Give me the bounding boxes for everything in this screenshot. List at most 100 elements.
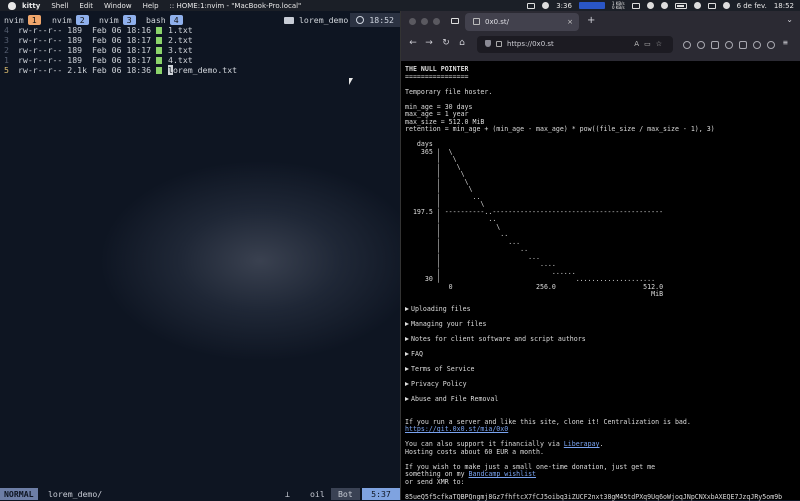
pocket-icon[interactable] — [683, 41, 691, 49]
cpu-graph-icon[interactable] — [578, 2, 605, 9]
back-icon[interactable]: ← — [407, 38, 419, 48]
tab-number: 1 — [27, 15, 41, 25]
control-center-icon[interactable] — [707, 2, 716, 9]
text-file-icon — [156, 47, 163, 54]
menu-help[interactable]: Help — [143, 2, 159, 10]
disclosure-triangle-icon — [405, 367, 409, 371]
menu-shell[interactable]: Shell — [51, 2, 68, 10]
mode-indicator: NORMAL — [0, 488, 38, 500]
file-name[interactable]: 2.txt — [168, 35, 193, 45]
list-item[interactable]: 1 rw-r--r-- 189 Feb 06 18:17 4.txt — [0, 55, 237, 65]
menu-edit[interactable]: Edit — [79, 2, 93, 10]
netspeed-down: 0 KB/s — [611, 4, 625, 10]
disclosure-triangle-icon — [405, 382, 409, 386]
oil-file-list: 4 rw-r--r-- 189 Feb 06 18:16 1.txt 3 rw-r-… — [0, 25, 237, 75]
lock-icon[interactable] — [496, 41, 502, 47]
section-privacy[interactable]: Privacy Policy — [405, 380, 467, 388]
section-label: Uploading files — [411, 305, 471, 313]
section-notes[interactable]: Notes for client software and script aut… — [405, 335, 586, 343]
browser-window: 0x0.st/ × + ⌄ ← → ↻ ⌂ https://0x0.st A▭☆… — [400, 11, 800, 500]
list-item[interactable]: 2 rw-r--r-- 189 Feb 06 18:17 3.txt — [0, 45, 237, 55]
menu-app-kitty[interactable]: kitty — [22, 2, 40, 10]
extension-1-icon[interactable] — [739, 41, 747, 49]
window-icon[interactable] — [631, 2, 640, 9]
siri-icon[interactable] — [722, 2, 730, 9]
terminal-window[interactable]: nvim 1 nvim 2 nvim 3 bash 4 lorem_demo 18:52… — [0, 11, 400, 500]
close-window-button[interactable] — [409, 18, 416, 25]
extension-2-icon[interactable] — [753, 41, 761, 49]
bookmark-star-icon[interactable]: ☆ — [656, 40, 667, 48]
tab-number: 3 — [122, 15, 136, 25]
tab-title: 0x0.st/ — [485, 18, 510, 26]
shield-icon[interactable] — [485, 40, 491, 47]
display-icon[interactable] — [527, 2, 536, 9]
tab-nvim-2[interactable]: nvim 2 — [52, 15, 89, 25]
music-icon[interactable] — [646, 2, 654, 9]
new-tab-button[interactable]: + — [587, 15, 595, 26]
tab-bash-4[interactable]: bash 4 — [146, 15, 183, 25]
cursor-position: 5:37 — [362, 488, 400, 500]
list-item-current[interactable]: 5 rw-r--r-- 2.1k Feb 06 18:36 lorem_demo.… — [0, 65, 237, 75]
file-name[interactable]: orem_demo.txt — [173, 65, 237, 75]
tab-label: nvim — [52, 15, 72, 25]
text-file-icon — [156, 27, 163, 34]
tab-nvim-1[interactable]: nvim 1 — [4, 15, 41, 25]
tab-list-chevron-down-icon[interactable]: ⌄ — [786, 15, 793, 24]
section-uploading[interactable]: Uploading files — [405, 305, 471, 313]
menu-window[interactable]: Window — [104, 2, 132, 10]
filetype: oil — [310, 489, 325, 499]
close-tab-icon[interactable]: × — [567, 13, 573, 31]
translate-icon[interactable]: A — [634, 40, 644, 48]
url-text[interactable]: https://0x0.st — [507, 40, 554, 48]
section-tos[interactable]: Terms of Service — [405, 365, 475, 373]
home-icon[interactable]: ⌂ — [456, 38, 468, 48]
disclosure-triangle-icon — [405, 307, 409, 311]
list-item[interactable]: 4 rw-r--r-- 189 Feb 06 18:16 1.txt — [0, 25, 237, 35]
text-file-icon — [156, 67, 163, 74]
mouse-pointer-icon — [349, 78, 353, 85]
minimize-window-button[interactable] — [421, 18, 428, 25]
menu-icon[interactable]: ≡ — [783, 38, 791, 47]
sidebar-toggle-icon[interactable] — [451, 18, 459, 24]
disclosure-triangle-icon — [405, 337, 409, 341]
section-abuse[interactable]: Abuse and File Removal — [405, 395, 498, 403]
apple-icon[interactable] — [8, 1, 16, 10]
reader-icon[interactable]: ▭ — [644, 40, 656, 48]
record-icon[interactable] — [542, 2, 550, 9]
reload-icon[interactable]: ↻ — [440, 38, 452, 48]
battery-icon[interactable] — [674, 2, 687, 9]
bandcamp-wishlist-link[interactable]: Bandcamp wishlist — [469, 470, 537, 478]
nvim-statusline: NORMAL lorem_demo/ ⊥ oil Bot 5:37 — [0, 488, 400, 500]
account-icon[interactable] — [725, 41, 733, 49]
section-label: Abuse and File Removal — [411, 395, 499, 403]
xmr-text: or send XMR to: — [405, 477, 465, 486]
search-icon[interactable] — [693, 2, 701, 9]
git-repo-link[interactable]: https://git.0x0.st/mia/0x0 — [405, 425, 508, 433]
disclosure-triangle-icon — [405, 322, 409, 326]
retention-params: min_age = 30 days max_age = 1 year max_s… — [405, 102, 715, 133]
list-item[interactable]: 3 rw-r--r-- 189 Feb 06 18:17 2.txt — [0, 35, 237, 45]
section-faq[interactable]: FAQ — [405, 350, 423, 358]
clock-icon — [356, 16, 365, 24]
retention-graph: days 365 | \ | \ | \ | \ | \ | \ | .. | … — [412, 140, 664, 298]
wifi-icon[interactable] — [660, 2, 668, 9]
browser-tab[interactable]: 0x0.st/ × — [465, 13, 579, 31]
window-title: :: HOME:1:nvim - "MacBook-Pro.local" — [169, 1, 302, 10]
file-name[interactable]: 4.txt — [168, 55, 193, 65]
session-label: lorem_demo — [299, 15, 349, 25]
forward-icon[interactable]: → — [423, 38, 435, 48]
file-name[interactable]: 3.txt — [168, 45, 193, 55]
line-number: 5 — [4, 65, 9, 75]
liberapay-link[interactable]: Liberapay — [564, 440, 600, 448]
section-managing[interactable]: Managing your files — [405, 320, 486, 328]
xmr-address[interactable]: 85ueQ5f5cfkaTQBPQngmj8Gz7fhftcX7fCJ5oibq… — [405, 493, 782, 501]
tab-nvim-3[interactable]: nvim 3 — [99, 15, 136, 25]
extension-3-icon[interactable] — [767, 41, 775, 49]
zoom-window-button[interactable] — [433, 18, 440, 25]
file-meta: rw-r--r-- 189 Feb 06 18:17 — [18, 45, 152, 55]
file-name[interactable]: 1.txt — [168, 25, 193, 35]
extensions-icon[interactable] — [711, 41, 719, 49]
downloads-icon[interactable] — [697, 41, 705, 49]
file-meta: rw-r--r-- 189 Feb 06 18:16 — [18, 25, 152, 35]
address-bar[interactable]: https://0x0.st A▭☆ — [477, 36, 673, 53]
